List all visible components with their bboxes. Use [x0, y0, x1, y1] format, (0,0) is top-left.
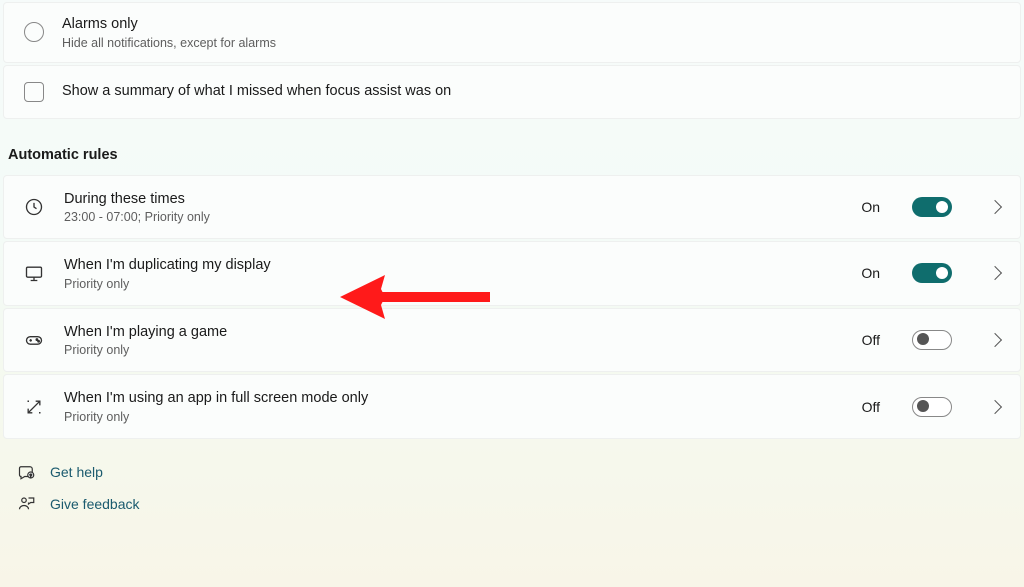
toggle-switch[interactable]	[912, 397, 952, 417]
alarms-only-title: Alarms only	[62, 15, 1000, 35]
toggle-switch[interactable]	[912, 263, 952, 283]
rule-title: When I'm duplicating my display	[64, 256, 832, 276]
feedback-icon	[18, 495, 36, 513]
rule-desc: 23:00 - 07:00; Priority only	[64, 210, 832, 224]
chevron-right-icon[interactable]	[988, 200, 1002, 214]
alarms-only-desc: Hide all notifications, except for alarm…	[62, 36, 1000, 50]
rule-text: When I'm duplicating my display Priority…	[64, 256, 832, 291]
summary-label: Show a summary of what I missed when foc…	[62, 82, 451, 102]
alarms-only-text: Alarms only Hide all notifications, exce…	[62, 15, 1000, 50]
rule-desc: Priority only	[64, 343, 832, 357]
rule-title: When I'm playing a game	[64, 323, 832, 343]
rule-fullscreen-app[interactable]: When I'm using an app in full screen mod…	[3, 374, 1021, 439]
summary-card: Show a summary of what I missed when foc…	[3, 65, 1021, 119]
alarms-only-card: Alarms only Hide all notifications, exce…	[3, 2, 1021, 63]
rule-state-label: On	[852, 199, 880, 215]
give-feedback-link[interactable]: Give feedback	[18, 495, 1006, 513]
clock-icon	[24, 197, 44, 217]
footer-links: ? Get help Give feedback	[0, 441, 1024, 513]
rule-text: When I'm playing a game Priority only	[64, 323, 832, 358]
rule-during-times[interactable]: During these times 23:00 - 07:00; Priori…	[3, 175, 1021, 240]
summary-row[interactable]: Show a summary of what I missed when foc…	[4, 66, 1020, 118]
chevron-right-icon[interactable]	[988, 399, 1002, 413]
rule-desc: Priority only	[64, 277, 832, 291]
expand-icon	[24, 397, 44, 417]
get-help-label: Get help	[50, 464, 103, 480]
rule-title: When I'm using an app in full screen mod…	[64, 389, 832, 409]
chevron-right-icon[interactable]	[988, 266, 1002, 280]
rule-desc: Priority only	[64, 410, 832, 424]
radio-unchecked-icon[interactable]	[24, 22, 44, 42]
help-icon: ?	[18, 463, 36, 481]
rule-duplicating-display[interactable]: When I'm duplicating my display Priority…	[3, 241, 1021, 306]
rule-state-label: Off	[852, 332, 880, 348]
rule-state-label: Off	[852, 399, 880, 415]
rule-playing-game[interactable]: When I'm playing a game Priority only Of…	[3, 308, 1021, 373]
monitor-icon	[24, 263, 44, 283]
get-help-link[interactable]: ? Get help	[18, 463, 1006, 481]
chevron-right-icon[interactable]	[988, 333, 1002, 347]
alarms-only-row[interactable]: Alarms only Hide all notifications, exce…	[4, 3, 1020, 62]
automatic-rules-header: Automatic rules	[0, 121, 1024, 173]
toggle-switch[interactable]	[912, 197, 952, 217]
toggle-switch[interactable]	[912, 330, 952, 350]
rule-state-label: On	[852, 265, 880, 281]
give-feedback-label: Give feedback	[50, 496, 140, 512]
rule-title: During these times	[64, 190, 832, 210]
rule-text: During these times 23:00 - 07:00; Priori…	[64, 190, 832, 225]
rule-text: When I'm using an app in full screen mod…	[64, 389, 832, 424]
checkbox-unchecked-icon[interactable]	[24, 82, 44, 102]
gamepad-icon	[24, 330, 44, 350]
